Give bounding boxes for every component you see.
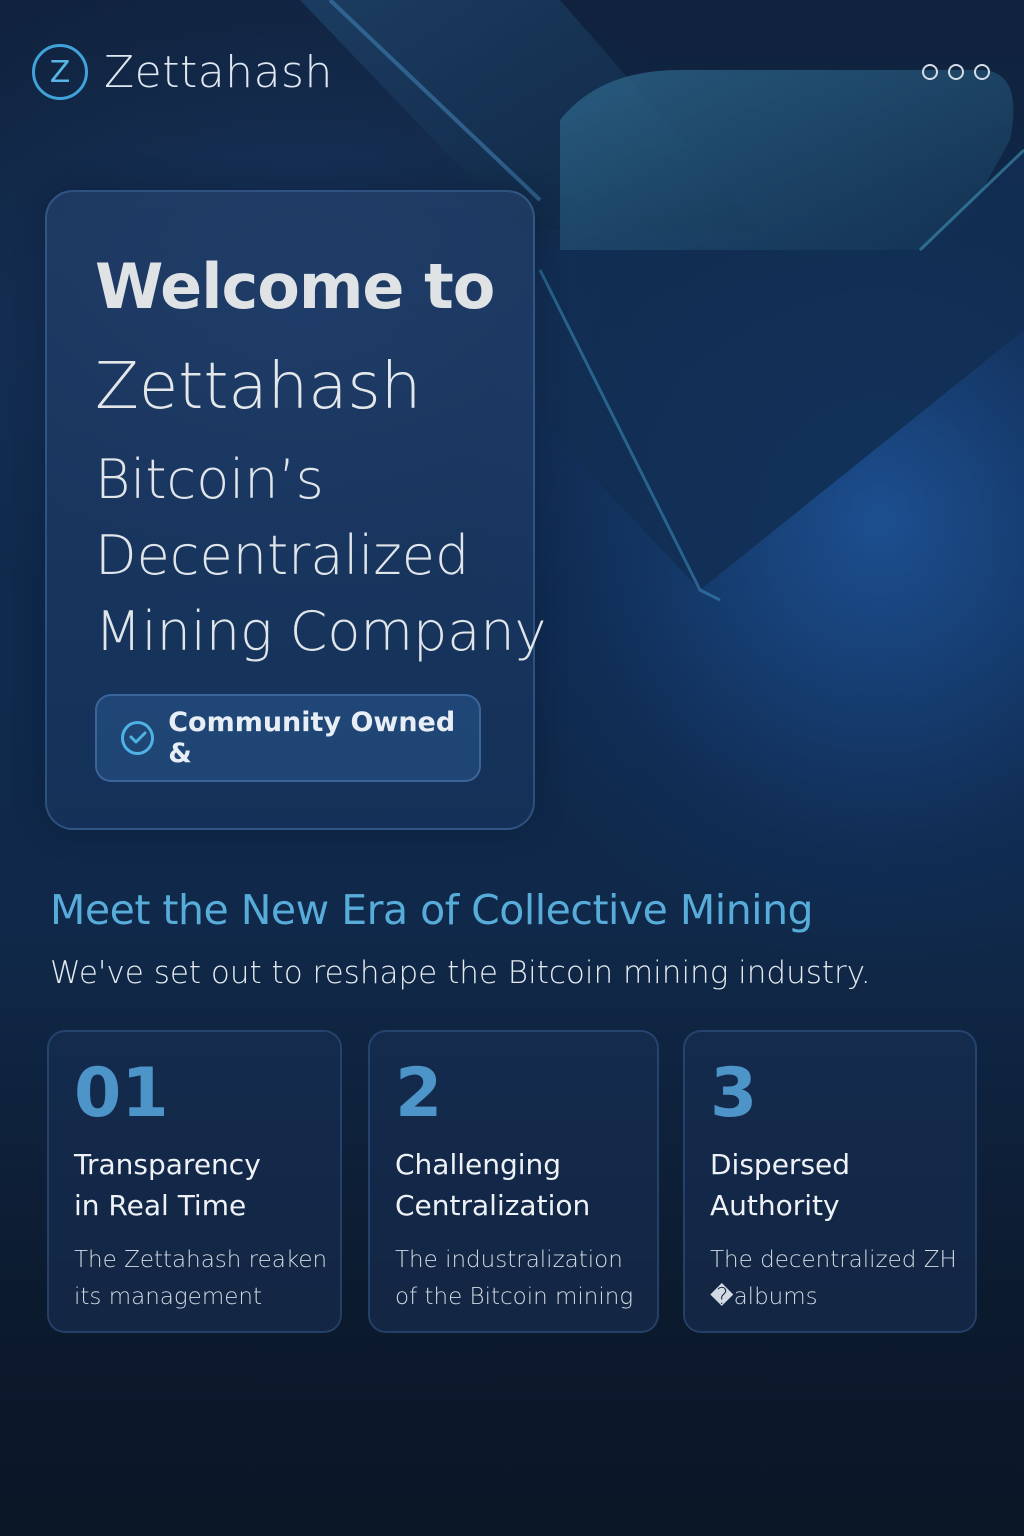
check-circle-icon: [121, 721, 155, 755]
feature-desc-line: The Zettahash reaken: [74, 1247, 328, 1273]
hero-subtitle-line: Mining Company: [95, 600, 547, 663]
feature-title: Dispersed Authority: [710, 1144, 850, 1226]
hero-subtitle-line: Bitcoin’s: [95, 448, 324, 511]
feature-card[interactable]: 3 Dispersed Authority The decentralized …: [683, 1030, 977, 1333]
hero-card: Welcome to Zettahash Bitcoin’s Decentral…: [45, 190, 547, 830]
feature-number: 3: [710, 1054, 758, 1133]
brand-name: Zettahash: [104, 46, 333, 98]
hero-brand: Zettahash: [95, 350, 422, 424]
feature-title-line: in Real Time: [74, 1189, 247, 1222]
feature-desc-line: The industralization: [395, 1247, 623, 1273]
feature-title-line: Transparency: [74, 1148, 261, 1181]
logo-z-icon: Z: [32, 44, 88, 100]
top-bar: Z Zettahash: [0, 0, 1024, 140]
feature-title: Challenging Centralization: [395, 1144, 590, 1226]
feature-desc-line: �albums: [710, 1284, 818, 1310]
feature-desc-line: The decentralized ZH: [710, 1247, 957, 1273]
feature-card[interactable]: 01 Transparency in Real Time The Zettaha…: [47, 1030, 342, 1333]
feature-title-line: Centralization: [395, 1189, 591, 1222]
feature-desc-line: of the Bitcoin mining: [395, 1284, 634, 1310]
section-subtitle: We've set out to reshape the Bitcoin min…: [50, 955, 871, 991]
logo[interactable]: Z Zettahash: [32, 44, 333, 100]
feature-description: The industralization of the Bitcoin mini…: [395, 1242, 633, 1316]
feature-title-line: Challenging: [395, 1148, 562, 1181]
feature-number: 01: [74, 1054, 169, 1133]
feature-title-line: Authority: [710, 1189, 840, 1222]
hero-subtitle: Bitcoin’s Decentralized Mining Company: [95, 442, 547, 670]
hero-subtitle-line: Decentralized: [95, 524, 470, 587]
dot: [948, 64, 964, 80]
feature-title-line: Dispersed: [710, 1148, 851, 1181]
feature-description: The Zettahash reaken its management: [74, 1242, 327, 1316]
hero-title: Welcome to: [95, 250, 495, 323]
feature-desc-line: its management: [74, 1284, 262, 1310]
section-title: Meet the New Era of Collective Mining: [50, 886, 814, 934]
feature-card[interactable]: 2 Challenging Centralization The industr…: [368, 1030, 659, 1333]
badge-label: Community Owned &: [168, 707, 456, 769]
feature-description: The decentralized ZH �albums: [710, 1242, 957, 1316]
feature-title: Transparency in Real Time: [74, 1144, 261, 1226]
more-dots-icon[interactable]: [922, 64, 990, 80]
feature-number: 2: [395, 1054, 443, 1133]
dot: [922, 64, 938, 80]
community-owned-button[interactable]: Community Owned &: [95, 694, 481, 782]
dot: [974, 64, 990, 80]
